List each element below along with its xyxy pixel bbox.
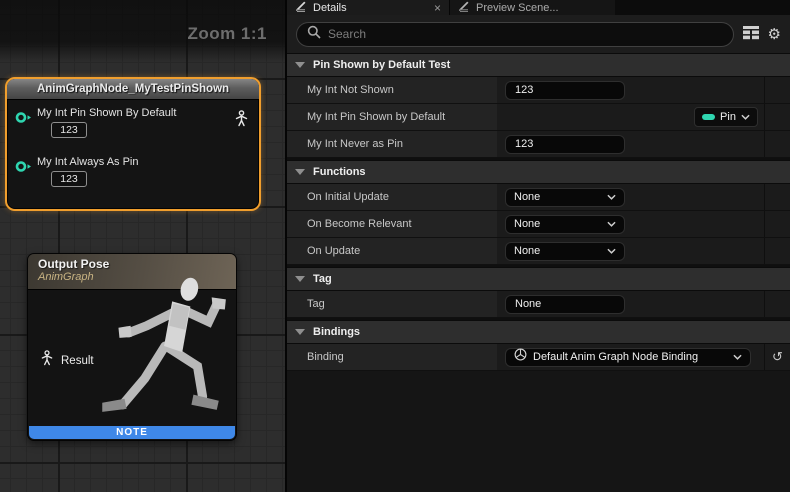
tab-label: Preview Scene...	[476, 2, 559, 14]
section-pin-shown-by-default-test: Pin Shown by Default Test My Int Not Sho…	[287, 53, 790, 158]
chevron-down-icon	[733, 354, 742, 360]
row-on-update: On Update None	[287, 238, 790, 265]
pin-label: My Int Pin Shown By Default	[37, 107, 259, 119]
output-pose-node[interactable]: Output Pose AnimGraph	[27, 253, 237, 441]
section-header[interactable]: Tag	[287, 267, 790, 291]
pin-pill-icon	[702, 114, 715, 120]
pin-visibility-dropdown[interactable]: Pin	[694, 107, 758, 127]
output-pose-pin-icon[interactable]	[234, 110, 249, 132]
chevron-down-icon	[607, 194, 616, 200]
on-update-dropdown[interactable]: None	[505, 242, 625, 261]
row-my-int-not-shown: My Int Not Shown	[287, 77, 790, 104]
result-pin[interactable]: Result	[40, 350, 94, 371]
property-label: On Initial Update	[287, 184, 497, 210]
on-become-relevant-dropdown[interactable]: None	[505, 215, 625, 234]
int-pin-icon[interactable]	[15, 160, 32, 178]
binding-class-icon	[514, 348, 527, 366]
row-my-int-never-as-pin: My Int Never as Pin	[287, 131, 790, 158]
result-pin-label: Result	[61, 355, 94, 367]
property-label: My Int Never as Pin	[287, 131, 497, 157]
anim-graph-test-node[interactable]: AnimGraphNode_MyTestPinShown My Int Pin …	[5, 77, 261, 211]
collapse-arrow-icon[interactable]	[295, 329, 305, 335]
property-label: On Become Relevant	[287, 211, 497, 237]
property-label: My Int Not Shown	[287, 77, 497, 103]
my-int-never-as-pin-input[interactable]	[505, 135, 625, 154]
section-bindings: Bindings Binding Default Anim Gr	[287, 320, 790, 371]
dropdown-value: None	[514, 245, 601, 257]
node-pin-row: My Int Always As Pin	[7, 156, 259, 187]
row-tag: Tag	[287, 291, 790, 318]
search-input[interactable]	[328, 27, 723, 41]
row-binding: Binding Default Anim Graph Node Binding	[287, 344, 790, 371]
reset-cell	[764, 291, 790, 317]
result-pose-pin-icon	[40, 350, 54, 371]
reset-cell	[764, 184, 790, 210]
details-panel: Details × Preview Scene...	[285, 0, 790, 492]
tab-close-icon[interactable]: ×	[434, 3, 441, 13]
row-on-become-relevant: On Become Relevant None	[287, 211, 790, 238]
section-title: Tag	[313, 273, 332, 285]
section-header[interactable]: Functions	[287, 160, 790, 184]
collapse-arrow-icon[interactable]	[295, 276, 305, 282]
pin-dropdown-label: Pin	[720, 111, 736, 123]
zoom-indicator: Zoom 1:1	[187, 24, 267, 44]
section-title: Bindings	[313, 326, 360, 338]
tab-details[interactable]: Details ×	[287, 0, 449, 15]
section-header[interactable]: Bindings	[287, 320, 790, 344]
reset-to-default-icon[interactable]: ↺	[772, 349, 783, 365]
property-label: Binding	[287, 344, 497, 370]
reset-cell	[764, 211, 790, 237]
tag-input[interactable]	[505, 295, 625, 314]
node-header[interactable]: AnimGraphNode_MyTestPinShown	[7, 79, 259, 100]
reset-cell	[764, 77, 790, 103]
node-title: AnimGraphNode_MyTestPinShown	[37, 83, 229, 95]
reset-cell	[764, 131, 790, 157]
int-pin-icon[interactable]	[15, 111, 32, 129]
mannequin-image	[84, 269, 236, 426]
pin-value-input[interactable]	[51, 122, 87, 138]
pin-label: My Int Always As Pin	[37, 156, 259, 168]
tab-label: Details	[313, 2, 347, 14]
property-label: Tag	[287, 291, 497, 317]
property-label: On Update	[287, 238, 497, 264]
display-filter-icon[interactable]	[743, 26, 759, 43]
section-title: Functions	[313, 166, 366, 178]
reset-cell	[764, 104, 790, 130]
unreal-editor-window: Zoom 1:1 AnimGraphNode_MyTestPinShown My…	[0, 0, 790, 492]
dropdown-value: None	[514, 191, 601, 203]
chevron-down-icon	[607, 248, 616, 254]
settings-gear-icon[interactable]: ⚙	[768, 27, 781, 42]
pin-value-input[interactable]	[51, 171, 87, 187]
dropdown-value: None	[514, 218, 601, 230]
search-icon	[307, 25, 321, 44]
row-on-initial-update: On Initial Update None	[287, 184, 790, 211]
chevron-down-icon	[607, 221, 616, 227]
chevron-down-icon	[741, 114, 750, 120]
section-header[interactable]: Pin Shown by Default Test	[287, 53, 790, 77]
my-int-not-shown-input[interactable]	[505, 81, 625, 100]
node-pin-row: My Int Pin Shown By Default	[7, 107, 259, 138]
section-title: Pin Shown by Default Test	[313, 59, 450, 71]
binding-dropdown[interactable]: Default Anim Graph Node Binding	[505, 348, 751, 367]
row-my-int-pin-shown-by-default: My Int Pin Shown by Default Pin	[287, 104, 790, 131]
note-banner[interactable]: NOTE	[29, 426, 235, 439]
anim-graph-canvas[interactable]: Zoom 1:1 AnimGraphNode_MyTestPinShown My…	[0, 0, 285, 492]
on-initial-update-dropdown[interactable]: None	[505, 188, 625, 207]
reset-cell	[764, 238, 790, 264]
collapse-arrow-icon[interactable]	[295, 62, 305, 68]
binding-value: Default Anim Graph Node Binding	[533, 351, 727, 363]
tab-preview-scene[interactable]: Preview Scene...	[449, 0, 615, 15]
note-banner-label: NOTE	[116, 427, 148, 438]
collapse-arrow-icon[interactable]	[295, 169, 305, 175]
search-row: ⚙	[287, 15, 790, 53]
search-box[interactable]	[296, 22, 734, 47]
property-label: My Int Pin Shown by Default	[287, 104, 497, 130]
section-functions: Functions On Initial Update None	[287, 160, 790, 265]
details-sections: Pin Shown by Default Test My Int Not Sho…	[287, 53, 790, 371]
details-empty-area	[287, 371, 790, 492]
section-tag: Tag Tag	[287, 267, 790, 318]
tab-bar: Details × Preview Scene...	[287, 0, 790, 15]
